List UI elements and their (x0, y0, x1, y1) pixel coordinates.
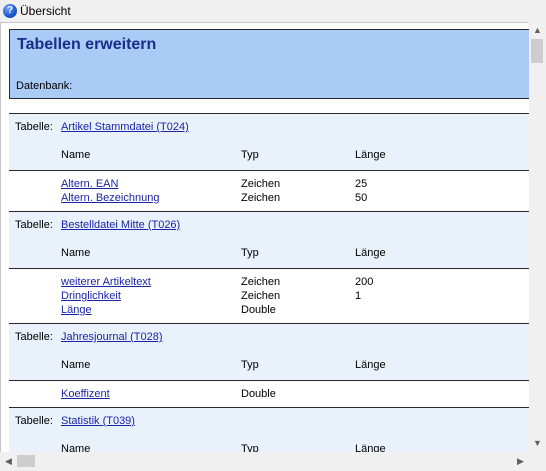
field-row: Länge Double (9, 304, 529, 318)
col-header-laenge: Länge (355, 149, 386, 161)
scroll-up-icon[interactable]: ▲ (529, 22, 546, 39)
database-label: Datenbank: (16, 80, 73, 92)
field-row: weiterer Artikeltext Zeichen 200 (9, 276, 529, 290)
table-link[interactable]: Bestelldatei Mitte (T026) (61, 219, 180, 231)
field-row: Dringlichkeit Zeichen 1 (9, 290, 529, 304)
field-length: 200 (355, 276, 374, 288)
col-header-typ: Typ (241, 443, 259, 452)
field-link[interactable]: Altern. Bezeichnung (61, 192, 159, 204)
col-header-typ: Typ (241, 359, 259, 371)
horizontal-scrollbar[interactable]: ◀ ▶ (0, 452, 529, 471)
col-header-name: Name (61, 247, 91, 259)
table-label: Tabelle: (15, 219, 53, 231)
field-link[interactable]: weiterer Artikeltext (61, 276, 151, 288)
field-type: Zeichen (241, 192, 281, 204)
header-panel: Tabellen erweitern Datenbank: (9, 29, 529, 99)
scroll-down-icon[interactable]: ▼ (529, 435, 546, 452)
field-row: Koeffizent Double (9, 388, 529, 402)
field-link[interactable]: Koeffizent (61, 388, 110, 400)
col-header-laenge: Länge (355, 247, 386, 259)
section-header: Tabelle: Artikel Stammdatei (T024) Name … (9, 114, 529, 171)
col-header-name: Name (61, 359, 91, 371)
window-title: Übersicht (20, 4, 71, 18)
field-row: Altern. EAN Zeichen 25 (9, 178, 529, 192)
col-header-typ: Typ (241, 149, 259, 161)
field-list: Koeffizent Double (9, 381, 529, 407)
field-list: weiterer Artikeltext Zeichen 200 Dringli… (9, 269, 529, 323)
col-header-laenge: Länge (355, 443, 386, 452)
col-header-name: Name (61, 443, 91, 452)
field-length: 25 (355, 178, 368, 190)
title-bar: ? Übersicht (0, 0, 546, 22)
section-header: Tabelle: Bestelldatei Mitte (T026) Name … (9, 212, 529, 269)
field-link[interactable]: Dringlichkeit (61, 290, 121, 302)
field-type: Double (241, 388, 276, 400)
scroll-left-icon[interactable]: ◀ (0, 453, 17, 470)
table-label: Tabelle: (15, 121, 53, 133)
table-section: Tabelle: Statistik (T039) Name Typ Länge (9, 407, 529, 452)
col-header-name: Name (61, 149, 91, 161)
field-type: Zeichen (241, 178, 281, 190)
field-row: Altern. Bezeichnung Zeichen 50 (9, 192, 529, 206)
table-section: Tabelle: Bestelldatei Mitte (T026) Name … (9, 211, 529, 323)
help-icon[interactable]: ? (3, 4, 17, 18)
table-section: Tabelle: Jahresjournal (T028) Name Typ L… (9, 323, 529, 407)
vertical-scrollbar[interactable]: ▲ ▼ (529, 22, 546, 452)
field-type: Double (241, 304, 276, 316)
table-label: Tabelle: (15, 415, 53, 427)
scrollbar-corner (529, 452, 546, 471)
field-length: 1 (355, 290, 362, 302)
scroll-right-icon[interactable]: ▶ (512, 453, 529, 470)
field-type: Zeichen (241, 290, 281, 302)
page-title: Tabellen erweitern (17, 36, 157, 53)
table-section: Tabelle: Artikel Stammdatei (T024) Name … (9, 113, 529, 211)
section-header: Tabelle: Statistik (T039) Name Typ Länge (9, 408, 529, 452)
col-header-laenge: Länge (355, 359, 386, 371)
field-length: 50 (355, 192, 368, 204)
field-link[interactable]: Altern. EAN (61, 178, 118, 190)
table-link[interactable]: Artikel Stammdatei (T024) (61, 121, 189, 133)
section-header: Tabelle: Jahresjournal (T028) Name Typ L… (9, 324, 529, 381)
table-link[interactable]: Statistik (T039) (61, 415, 135, 427)
vertical-scroll-thumb[interactable] (531, 39, 543, 63)
horizontal-scroll-thumb[interactable] (17, 455, 35, 467)
table-label: Tabelle: (15, 331, 53, 343)
content-viewport: Tabellen erweitern Datenbank: Tabelle: A… (0, 22, 529, 452)
field-type: Zeichen (241, 276, 281, 288)
table-link[interactable]: Jahresjournal (T028) (61, 331, 163, 343)
field-list: Altern. EAN Zeichen 25 Altern. Bezeichnu… (9, 171, 529, 211)
col-header-typ: Typ (241, 247, 259, 259)
field-link[interactable]: Länge (61, 304, 92, 316)
